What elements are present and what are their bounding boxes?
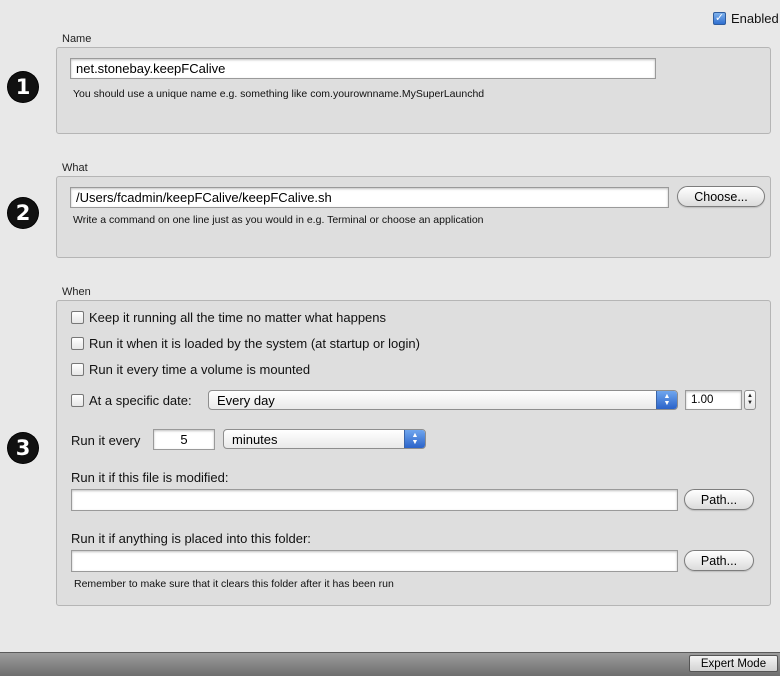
volume-mounted-label: Run it every time a volume is mounted	[89, 362, 311, 377]
run-at-load-label: Run it when it is loaded by the system (…	[89, 336, 420, 351]
enabled-checkbox[interactable]: ✓	[713, 12, 726, 25]
date-frequency-select[interactable]: Every day ▲ ▼	[208, 390, 678, 410]
command-field[interactable]: /Users/fcadmin/keepFCalive/keepFCalive.s…	[70, 187, 669, 208]
run-every-label: Run it every	[71, 433, 141, 448]
popup-arrows-icon: ▲ ▼	[404, 430, 425, 448]
volume-mounted-checkbox[interactable]	[71, 363, 84, 376]
enabled-label: Enabled	[731, 11, 779, 26]
run-every-field[interactable]: 5	[153, 429, 215, 450]
interval-unit-select[interactable]: minutes ▲ ▼	[223, 429, 426, 449]
folder-path-button[interactable]: Path...	[684, 550, 754, 571]
time-stepper[interactable]: ▲ ▼	[744, 390, 756, 410]
run-at-load-checkbox[interactable]	[71, 337, 84, 350]
keep-running-checkbox[interactable]	[71, 311, 84, 324]
popup-arrows-icon: ▲ ▼	[656, 391, 677, 409]
step-3-badge: 3	[8, 433, 38, 463]
specific-date-label: At a specific date:	[89, 393, 192, 408]
step-1-badge: 1	[8, 72, 38, 102]
folder-placed-label: Run it if anything is placed into this f…	[71, 531, 311, 546]
folder-hint: Remember to make sure that it clears thi…	[74, 578, 394, 590]
time-field[interactable]: 1.00	[685, 390, 742, 410]
specific-date-checkbox[interactable]	[71, 394, 84, 407]
bottom-bar	[0, 652, 780, 676]
step-2-badge: 2	[8, 198, 38, 228]
date-frequency-value: Every day	[217, 392, 275, 408]
command-hint: Write a command on one line just as you …	[73, 214, 484, 226]
file-path-button[interactable]: Path...	[684, 489, 754, 510]
file-modified-field[interactable]	[71, 489, 678, 511]
name-hint: You should use a unique name e.g. someth…	[73, 88, 485, 100]
keep-running-label: Keep it running all the time no matter w…	[89, 310, 387, 325]
folder-field[interactable]	[71, 550, 678, 572]
name-field[interactable]: net.stonebay.keepFCalive	[70, 58, 656, 79]
what-group-label: What	[62, 162, 88, 174]
name-group-label: Name	[62, 33, 92, 45]
when-group-label: When	[62, 286, 91, 298]
file-modified-label: Run it if this file is modified:	[71, 470, 229, 485]
interval-unit-value: minutes	[232, 431, 278, 447]
expert-mode-button[interactable]: Expert Mode	[689, 655, 778, 672]
choose-button[interactable]: Choose...	[677, 186, 765, 207]
